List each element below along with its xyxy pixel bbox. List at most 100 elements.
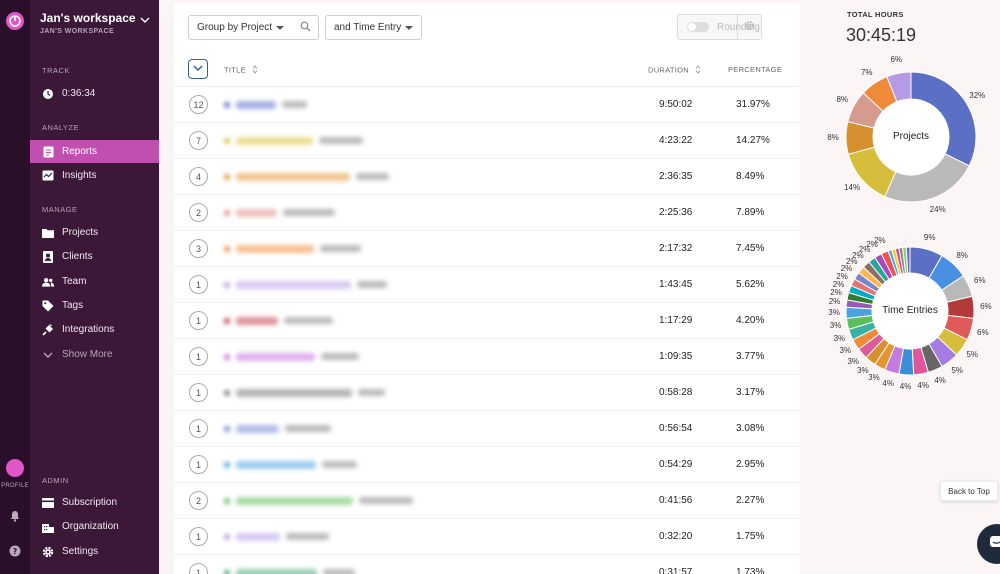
chart-slice[interactable] — [898, 246, 907, 275]
chart-slice[interactable] — [928, 254, 965, 291]
chart-slice[interactable] — [898, 347, 915, 376]
chart-slice[interactable] — [911, 346, 929, 376]
table-row[interactable]: 1 0:31:57 1.73% — [174, 555, 800, 574]
sidebar-item-organization[interactable]: Organization — [30, 515, 159, 538]
chart-slice[interactable] — [848, 284, 876, 301]
chart-slice[interactable] — [874, 342, 896, 371]
sidebar-item-settings[interactable]: Settings — [30, 540, 159, 563]
sidebar-item-tags[interactable]: Tags — [30, 294, 159, 317]
table-row[interactable]: 1 0:54:29 2.95% — [174, 447, 800, 483]
column-duration-header[interactable]: DURATION — [648, 65, 701, 76]
table-row[interactable]: 1 1:43:45 5.62% — [174, 267, 800, 303]
entry-count-badge[interactable]: 7 — [189, 131, 208, 150]
entry-count-badge[interactable]: 1 — [189, 563, 208, 574]
sidebar-item-team[interactable]: Team — [30, 270, 159, 293]
chart-slice[interactable] — [936, 327, 968, 356]
chart-slice[interactable] — [874, 253, 894, 280]
chart-slice[interactable] — [905, 246, 911, 274]
chart-slice[interactable] — [848, 321, 877, 341]
table-row[interactable]: 1 0:58:28 3.17% — [174, 375, 800, 411]
chart-slice[interactable] — [857, 332, 885, 359]
search-button[interactable] — [292, 15, 319, 40]
rounding-control[interactable]: Rounding — [677, 14, 762, 40]
chart-slice[interactable] — [909, 246, 943, 279]
chart-slice[interactable] — [846, 292, 875, 305]
chart-slice[interactable] — [883, 345, 904, 375]
table-row[interactable]: 2 0:41:56 2.27% — [174, 483, 800, 519]
chart-slice[interactable] — [943, 314, 975, 341]
table-row[interactable]: 1 0:32:20 1.75% — [174, 519, 800, 555]
table-row[interactable]: 1 0:56:54 3.08% — [174, 411, 800, 447]
table-row[interactable]: 2 2:25:36 7.89% — [174, 195, 800, 231]
slice-label: 2% — [874, 236, 886, 246]
entry-count-badge[interactable]: 2 — [189, 491, 208, 510]
back-to-top-button[interactable]: Back to Top — [940, 481, 998, 501]
chart-slice[interactable] — [852, 327, 881, 350]
chart-slice[interactable] — [865, 337, 890, 366]
chart-slice[interactable] — [850, 278, 878, 297]
chart-slice[interactable] — [886, 71, 912, 103]
app-logo-icon[interactable] — [6, 12, 24, 30]
entry-count-badge[interactable]: 1 — [189, 383, 208, 402]
chart-slice[interactable] — [845, 299, 874, 310]
table-row[interactable]: 4 2:36:35 8.49% — [174, 159, 800, 195]
sidebar-item-reports[interactable]: Reports — [30, 140, 159, 163]
chart-slice[interactable] — [887, 249, 900, 276]
chart-slice[interactable] — [928, 336, 958, 368]
chart-slice[interactable] — [845, 314, 875, 330]
chart-slice[interactable] — [847, 92, 884, 129]
column-title-header[interactable]: TITLE — [224, 65, 258, 76]
sidebar-item-label: Team — [62, 276, 87, 287]
chart-slice[interactable] — [902, 246, 909, 274]
table-row[interactable]: 12 9:50:02 31.97% — [174, 87, 800, 123]
sidebar-item-subscription[interactable]: Subscription — [30, 491, 159, 514]
chart-slice[interactable] — [868, 256, 890, 283]
workspace-name[interactable]: Jan's workspace — [40, 11, 136, 25]
table-row[interactable]: 7 4:23:22 14.27% — [174, 123, 800, 159]
chart-slice[interactable] — [920, 343, 943, 373]
entry-count-badge[interactable]: 2 — [189, 203, 208, 222]
chart-slice[interactable] — [845, 306, 873, 319]
chart-slice[interactable] — [941, 275, 973, 303]
entry-count-badge[interactable]: 3 — [189, 239, 208, 258]
help-icon[interactable]: ? — [7, 543, 23, 559]
chart-slice[interactable] — [880, 250, 898, 278]
rounding-settings-button[interactable] — [737, 15, 761, 39]
group-by-dropdown[interactable]: Group by Project — [188, 15, 293, 40]
chart-slice[interactable] — [910, 71, 977, 167]
profile-avatar[interactable] — [6, 459, 24, 477]
sidebar-item-insights[interactable]: Insights — [30, 164, 159, 187]
chart-slice[interactable] — [891, 248, 902, 276]
entry-count-badge[interactable]: 1 — [189, 347, 208, 366]
sidebar-show-more[interactable]: Show More — [30, 343, 159, 366]
chart-slice[interactable] — [862, 261, 887, 286]
chart-slice[interactable] — [862, 76, 898, 112]
sidebar-item-clients[interactable]: Clients — [30, 245, 159, 268]
table-row[interactable]: 1 1:17:29 4.20% — [174, 303, 800, 339]
entry-count-badge[interactable]: 1 — [189, 275, 208, 294]
chart-slice[interactable] — [946, 295, 975, 319]
chart-slice[interactable] — [884, 153, 970, 203]
entry-count-badge[interactable]: 1 — [189, 455, 208, 474]
chevron-down-icon[interactable] — [140, 12, 150, 23]
entry-count-badge[interactable]: 1 — [189, 311, 208, 330]
rounding-toggle[interactable] — [687, 22, 709, 32]
bell-icon[interactable] — [7, 508, 23, 524]
redacted-client-name — [319, 137, 363, 144]
subgroup-dropdown[interactable]: and Time Entry — [325, 15, 422, 40]
chart-slice[interactable] — [894, 247, 904, 275]
chat-button[interactable] — [977, 524, 1000, 564]
row-title-redacted — [224, 171, 389, 182]
expand-all-button[interactable] — [188, 59, 208, 79]
table-row[interactable]: 1 1:09:35 3.77% — [174, 339, 800, 375]
sidebar-item-projects[interactable]: Projects — [30, 221, 159, 244]
chart-slice[interactable] — [853, 272, 881, 293]
entry-count-badge[interactable]: 1 — [189, 527, 208, 546]
chart-slice[interactable] — [857, 266, 884, 290]
table-row[interactable]: 3 2:17:32 7.45% — [174, 231, 800, 267]
entry-count-badge[interactable]: 4 — [189, 167, 208, 186]
sidebar-item-integrations[interactable]: Integrations — [30, 318, 159, 341]
sidebar-item-timer[interactable]: 0:36:34 — [30, 82, 159, 105]
entry-count-badge[interactable]: 1 — [189, 419, 208, 438]
entry-count-badge[interactable]: 12 — [189, 95, 208, 114]
